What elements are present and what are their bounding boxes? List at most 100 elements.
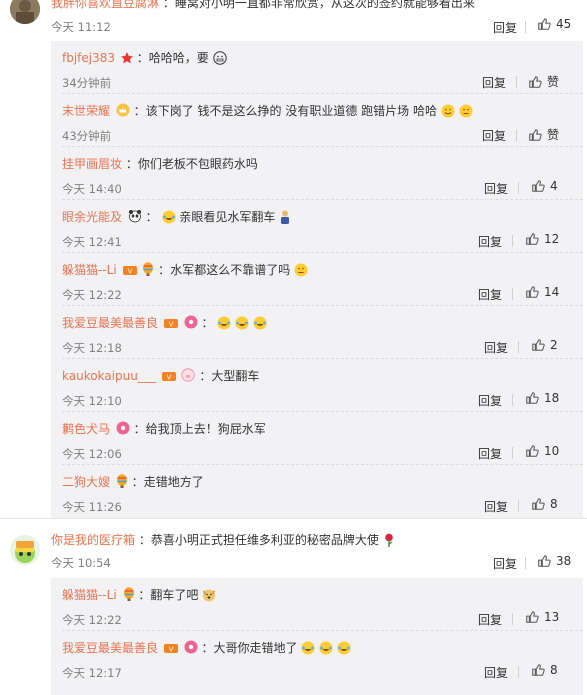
reply-button[interactable]: 回复 xyxy=(493,19,517,36)
reply-item: 眼余光能及 ： 亲眼看见水军翻车 今天 12:41 回复 12 xyxy=(51,200,583,253)
comment-username[interactable]: 我胖你喜欢直豆腐淋 xyxy=(51,0,159,10)
like-count: 8 xyxy=(550,497,558,511)
divider xyxy=(516,76,517,88)
reply-time: 今天 12:10 xyxy=(62,394,122,408)
thumb-up-icon xyxy=(532,339,545,351)
reply-button[interactable]: 回复 xyxy=(484,180,508,197)
comment-username[interactable]: 你是我的医疗箱 xyxy=(51,533,135,547)
reply-button[interactable]: 回复 xyxy=(493,555,517,572)
like-button[interactable]: 18 xyxy=(525,391,559,405)
balloon-badge-icon xyxy=(123,587,134,601)
like-button[interactable]: 8 xyxy=(531,497,558,511)
reply-button[interactable]: 回复 xyxy=(478,286,502,303)
colon: ： xyxy=(145,210,158,224)
reply-username[interactable]: 末世荣耀 xyxy=(62,104,110,118)
reply-button[interactable]: 回复 xyxy=(478,445,502,462)
divider xyxy=(512,394,513,406)
doge-emoji-icon xyxy=(203,589,216,602)
reply-button[interactable]: 回复 xyxy=(484,498,508,515)
like-button[interactable]: 赞 xyxy=(528,126,559,143)
laugh-cry-emoji-icon xyxy=(235,316,249,330)
like-button[interactable]: 4 xyxy=(531,179,558,193)
like-button[interactable]: 2 xyxy=(531,338,558,352)
like-count: 13 xyxy=(544,610,560,624)
reply-time: 今天 12:22 xyxy=(62,613,122,627)
reply-username[interactable]: 鹣色犬马 xyxy=(62,422,110,436)
comment-time: 今天 11:12 xyxy=(51,20,111,34)
like-button[interactable]: 38 xyxy=(537,554,571,568)
reply-button[interactable]: 回复 xyxy=(478,392,502,409)
like-count: 18 xyxy=(544,391,560,405)
divider xyxy=(525,21,526,33)
svg-text:V: V xyxy=(168,321,173,329)
divider xyxy=(512,288,513,300)
reply-username[interactable]: 挂甲画眉妆 xyxy=(62,157,122,171)
laugh-cry-emoji-icon xyxy=(217,316,231,330)
thumb-up-icon xyxy=(532,498,545,510)
reply-username[interactable]: 躲猫猫--Li xyxy=(62,588,117,602)
reply-time: 今天 11:26 xyxy=(62,500,122,514)
like-count: 12 xyxy=(544,232,560,246)
panda-badge-icon xyxy=(128,210,141,223)
like-button[interactable]: 8 xyxy=(531,663,558,677)
reply-username[interactable]: 眼余光能及 xyxy=(62,210,122,224)
divider xyxy=(518,500,519,512)
fan-badge-icon: V xyxy=(122,266,137,276)
avatar[interactable] xyxy=(10,0,40,24)
avatar-image-icon xyxy=(10,0,40,24)
thumb-up-icon xyxy=(526,233,539,245)
divider xyxy=(518,182,519,194)
reply-text: 走错地方了 xyxy=(143,475,204,489)
laugh-cry-emoji-icon xyxy=(162,210,176,224)
reply-button[interactable]: 回复 xyxy=(482,127,506,144)
reply-button[interactable]: 回复 xyxy=(484,339,508,356)
like-button[interactable]: 赞 xyxy=(528,73,559,90)
reply-button[interactable]: 回复 xyxy=(484,664,508,681)
like-button[interactable]: 10 xyxy=(525,444,559,458)
like-button[interactable]: 12 xyxy=(525,232,559,246)
reply-time: 今天 14:40 xyxy=(62,182,122,196)
thumb-up-icon xyxy=(532,664,545,676)
svg-text:V: V xyxy=(168,646,173,654)
pig-badge-icon xyxy=(181,368,196,382)
person-emoji-icon xyxy=(281,210,290,224)
laugh-cry-emoji-icon xyxy=(253,316,267,330)
like-label: 赞 xyxy=(547,75,560,89)
reply-text: 给我顶上去！狗屁水军 xyxy=(145,422,266,436)
reply-time: 今天 12:17 xyxy=(62,666,122,680)
reply-button[interactable]: 回复 xyxy=(482,74,506,91)
laugh-cry-emoji-icon xyxy=(319,641,333,655)
thumb-up-icon xyxy=(529,128,542,141)
divider xyxy=(512,235,513,247)
reply-username[interactable]: 二狗大嫂 xyxy=(62,475,110,489)
like-button[interactable]: 14 xyxy=(525,285,559,299)
like-count: 8 xyxy=(550,663,558,677)
reply-time: 今天 12:41 xyxy=(62,235,122,249)
colon: ： xyxy=(138,588,151,602)
reply-username[interactable]: 躲猫猫--Li xyxy=(62,263,117,277)
reply-list: 躲猫猫--Li ：翻车了吧 今天 12:22 回复 13 我爱豆最美最善良 V … xyxy=(51,578,583,695)
reply-text: 亲眼看见水军翻车 xyxy=(179,210,276,224)
reply-username[interactable]: fbjfej383 xyxy=(62,51,115,65)
reply-item: 我爱豆最美最善良 V ：大哥你走错地了 今天 12:17 回复 8 xyxy=(51,631,583,684)
reply-button[interactable]: 回复 xyxy=(478,233,502,250)
like-button[interactable]: 45 xyxy=(537,17,571,31)
comment-content: 我胖你喜欢直豆腐淋 ：睡窝对小明一直都非常欣赏，从这次的签约就能够看出来 xyxy=(51,0,475,11)
grimace-emoji-icon xyxy=(212,51,227,65)
like-button[interactable]: 13 xyxy=(525,610,559,624)
reply-username[interactable]: 我爱豆最美最善良 xyxy=(62,316,158,330)
divider xyxy=(516,129,517,141)
svg-text:V: V xyxy=(166,374,171,382)
like-count: 2 xyxy=(550,338,558,352)
reply-username[interactable]: kaukokaipuu___ xyxy=(62,369,156,383)
reply-time: 43分钟前 xyxy=(62,129,112,143)
balloon-badge-icon xyxy=(116,474,127,488)
reply-item: 躲猫猫--Li V ：水军都这么不靠谱了吗 今天 12:22 回复 14 xyxy=(51,253,583,306)
reply-item: fbjfej383 ：哈哈哈，要 34分钟前 回复 赞 xyxy=(51,41,583,94)
reply-username[interactable]: 我爱豆最美最善良 xyxy=(62,641,158,655)
divider xyxy=(512,613,513,625)
comment-item: 我胖你喜欢直豆腐淋 ：睡窝对小明一直都非常欣赏，从这次的签约就能够看出来 今天 … xyxy=(0,0,587,40)
reply-button[interactable]: 回复 xyxy=(478,611,502,628)
avatar[interactable] xyxy=(10,535,40,565)
divider xyxy=(512,447,513,459)
